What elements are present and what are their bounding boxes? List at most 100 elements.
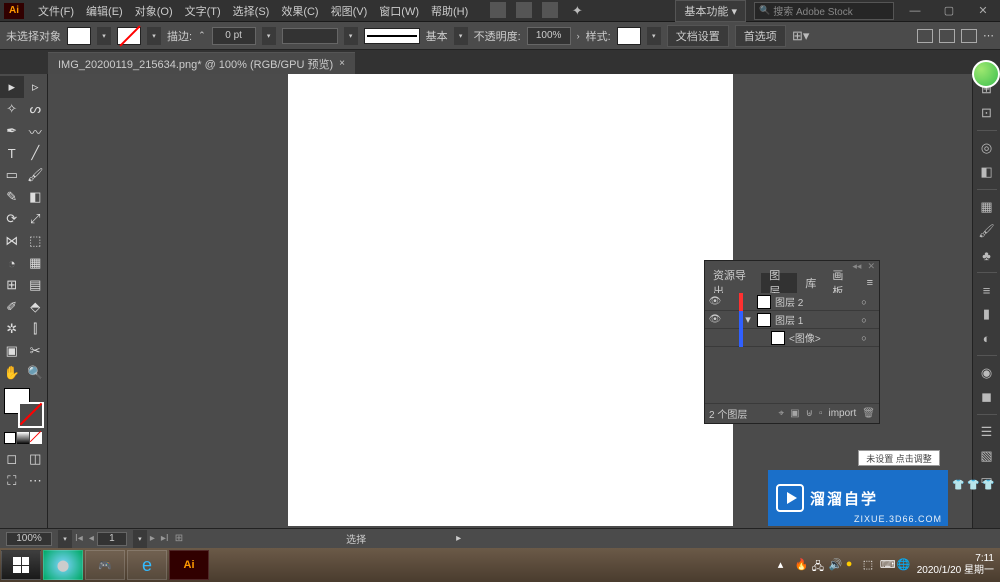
stroke-panel-icon[interactable]: ≡ xyxy=(978,281,996,299)
close-window-button[interactable]: ✕ xyxy=(970,2,996,20)
fill-dropdown[interactable]: ▾ xyxy=(97,27,111,45)
layer-row[interactable]: <图像> ○ xyxy=(705,329,879,347)
first-artboard-icon[interactable]: I◂ xyxy=(72,533,86,544)
menu-select[interactable]: 选择(S) xyxy=(227,3,276,19)
tray-icon[interactable]: 🔊 xyxy=(829,558,843,572)
artboard-nav-icon[interactable]: ⊞ xyxy=(172,533,186,544)
brush-definition[interactable] xyxy=(364,28,420,44)
shaper-tool[interactable]: ✎ xyxy=(0,186,24,208)
stroke-swatch[interactable] xyxy=(117,27,141,45)
layer-name[interactable]: 图层 1 xyxy=(775,312,857,327)
symbol-sprayer-tool[interactable]: ✲ xyxy=(0,318,24,340)
workspace-switcher[interactable]: 基本功能 ▾ xyxy=(675,0,746,22)
tab-layers[interactable]: 图层 xyxy=(761,273,797,293)
style-dropdown[interactable]: ▾ xyxy=(647,27,661,45)
mini-icon-3[interactable]: 👕 xyxy=(982,480,994,492)
layer-row[interactable]: 👁 图层 2 ○ xyxy=(705,293,879,311)
menu-file[interactable]: 文件(F) xyxy=(32,3,80,19)
taskbar-app-2[interactable]: 🎮 xyxy=(85,550,125,580)
graphic-styles-panel-icon[interactable]: ◼ xyxy=(978,388,996,406)
stroke-indicator[interactable] xyxy=(18,402,44,428)
minimize-button[interactable]: — xyxy=(902,2,928,20)
transparency-panel-icon[interactable]: ◐ xyxy=(978,329,996,347)
maximize-button[interactable]: ▢ xyxy=(936,2,962,20)
brushes-panel-icon[interactable]: 🖌 xyxy=(978,222,996,240)
drawing-mode-normal[interactable]: ◻ xyxy=(0,448,24,470)
taskbar-clock[interactable]: 7:11 2020/1/20 星期一 xyxy=(917,553,994,577)
color-guide-panel-icon[interactable]: ◧ xyxy=(978,163,996,181)
stock-icon[interactable] xyxy=(516,2,532,18)
tray-icon[interactable]: ▴ xyxy=(778,558,792,572)
transform-icon[interactable]: ⊞▾ xyxy=(792,27,810,45)
appearance-panel-icon[interactable]: ◉ xyxy=(978,364,996,382)
popup-hint[interactable]: 未设置 点击调整 xyxy=(858,450,940,466)
style-swatch[interactable] xyxy=(617,27,641,45)
solid-color-icon[interactable] xyxy=(4,432,16,444)
prev-artboard-icon[interactable]: ◂ xyxy=(86,533,97,544)
align-icon-3[interactable] xyxy=(961,29,977,43)
edit-toolbar[interactable]: ⋯ xyxy=(24,470,48,492)
controlbar-menu-icon[interactable]: ⋯ xyxy=(983,29,994,42)
hand-tool[interactable]: ✋ xyxy=(0,362,24,384)
stroke-stepper-down[interactable]: ⌃ xyxy=(198,30,206,41)
arrange-icon[interactable] xyxy=(542,2,558,18)
preferences-button[interactable]: 首选项 xyxy=(735,25,786,47)
tab-close-icon[interactable]: × xyxy=(339,58,345,69)
column-graph-tool[interactable]: ⫿ xyxy=(24,318,48,340)
screen-mode[interactable]: ⛶ xyxy=(0,470,24,492)
next-artboard-icon[interactable]: ▸ xyxy=(147,533,158,544)
mini-icon-2[interactable]: 👕 xyxy=(967,480,979,492)
artboard-tool[interactable]: ▣ xyxy=(0,340,24,362)
artboard-dropdown[interactable]: ▾ xyxy=(133,530,147,548)
gradient-color-icon[interactable] xyxy=(17,432,29,444)
pen-tool[interactable]: ✒ xyxy=(0,120,24,142)
curvature-tool[interactable]: 〰 xyxy=(24,120,48,142)
menu-view[interactable]: 视图(V) xyxy=(325,3,374,19)
layer-name[interactable]: 图层 2 xyxy=(775,294,857,309)
new-layer-icon[interactable]: ▫ xyxy=(819,408,823,419)
gradient-panel-icon[interactable]: ▮ xyxy=(978,305,996,323)
visibility-toggle[interactable]: 👁 xyxy=(705,314,725,325)
visibility-toggle[interactable]: 👁 xyxy=(705,296,725,307)
perspective-tool[interactable]: ▦ xyxy=(24,252,48,274)
type-tool[interactable]: T xyxy=(0,142,24,164)
bridge-icon[interactable] xyxy=(490,2,506,18)
make-clipping-mask-icon[interactable]: ▣ xyxy=(790,408,799,419)
free-transform-tool[interactable]: ⬚ xyxy=(24,230,48,252)
stroke-weight-input[interactable]: 0 pt xyxy=(212,27,256,45)
stroke-dropdown[interactable]: ▾ xyxy=(147,27,161,45)
width-tool[interactable]: ⋈ xyxy=(0,230,24,252)
zoom-tool[interactable]: 🔍 xyxy=(24,362,48,384)
tray-icon[interactable]: ● xyxy=(846,558,860,572)
symbols-panel-icon[interactable]: ♣ xyxy=(978,246,996,264)
rectangle-tool[interactable]: ▭ xyxy=(0,164,24,186)
tray-icon[interactable]: ⬚ xyxy=(863,558,877,572)
fill-swatch[interactable] xyxy=(67,27,91,45)
document-setup-button[interactable]: 文档设置 xyxy=(667,25,729,47)
stroke-weight-dropdown[interactable]: ▾ xyxy=(262,27,276,45)
eraser-tool[interactable]: ◧ xyxy=(24,186,48,208)
target-icon[interactable]: ○ xyxy=(857,333,871,343)
menu-object[interactable]: 对象(O) xyxy=(129,3,179,19)
align-icon-1[interactable] xyxy=(917,29,933,43)
align-icon-2[interactable] xyxy=(939,29,955,43)
line-tool[interactable]: ╱ xyxy=(24,142,48,164)
magic-wand-tool[interactable]: ✧ xyxy=(0,98,24,120)
last-artboard-icon[interactable]: ▸I xyxy=(158,533,172,544)
gpu-icon[interactable]: ✦ xyxy=(568,2,586,20)
layer-row[interactable]: 👁 ▾ 图层 1 ○ xyxy=(705,311,879,329)
menu-help[interactable]: 帮助(H) xyxy=(425,3,474,19)
status-menu-icon[interactable]: ▸ xyxy=(456,533,461,544)
document-tab[interactable]: IMG_20200119_215634.png* @ 100% (RGB/GPU… xyxy=(48,52,355,74)
tray-icon[interactable]: 🔥 xyxy=(795,558,809,572)
slice-tool[interactable]: ✂ xyxy=(24,340,48,362)
tray-icon[interactable]: ⌨ xyxy=(880,558,894,572)
drawing-mode-behind[interactable]: ◫ xyxy=(24,448,48,470)
artboard-number-input[interactable]: 1 xyxy=(97,532,127,546)
blend-tool[interactable]: ⬘ xyxy=(24,296,48,318)
eyedropper-tool[interactable]: ✐ xyxy=(0,296,24,318)
tab-asset-export[interactable]: 资源导出 xyxy=(705,273,761,293)
expand-toggle[interactable]: ▾ xyxy=(743,313,753,326)
horizontal-scrollbar[interactable] xyxy=(660,536,990,546)
menu-edit[interactable]: 编辑(E) xyxy=(80,3,129,19)
